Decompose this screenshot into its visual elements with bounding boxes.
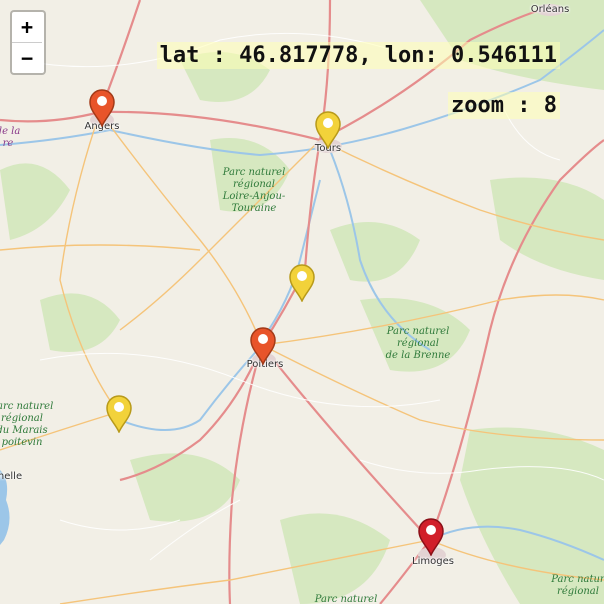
marker-tours[interactable] bbox=[315, 111, 341, 150]
park-label-brenne: Parc naturel régional de la Brenne bbox=[385, 326, 451, 361]
map-pin-icon bbox=[89, 89, 115, 128]
zoom-out-button[interactable]: − bbox=[12, 43, 42, 73]
zoom-in-button[interactable]: + bbox=[12, 12, 42, 43]
marker-angers[interactable] bbox=[89, 89, 115, 128]
park-label-bottom-right: Parc natur régional bbox=[551, 574, 604, 597]
zoom-control: + − bbox=[10, 10, 46, 75]
marker-poitiers[interactable] bbox=[250, 327, 276, 366]
marker-niort[interactable] bbox=[106, 395, 132, 434]
map-pin-icon bbox=[418, 518, 444, 557]
park-label-bottom-center: Parc naturel bbox=[314, 594, 378, 604]
park-label-marais-poitevin: Parc naturel régional du Marais poitevin bbox=[0, 401, 54, 448]
city-label-limoges: Limoges bbox=[412, 556, 454, 567]
marker-limoges[interactable] bbox=[418, 518, 444, 557]
map-pin-icon bbox=[106, 395, 132, 434]
coordinates-readout: lat : 46.817778, lon: 0.546111 bbox=[156, 42, 560, 69]
marker-chatellerault[interactable] bbox=[289, 264, 315, 303]
city-label-orleans: Orléans bbox=[530, 4, 570, 15]
map-pin-icon bbox=[250, 327, 276, 366]
zoom-level-readout: zoom : 8 bbox=[448, 92, 560, 119]
park-label-loire-anjou-touraine: Parc naturel régional Loire-Anjou- Toura… bbox=[222, 167, 286, 214]
map-pin-icon bbox=[289, 264, 315, 303]
map-canvas[interactable]: Orléans Angers Tours Poitiers Limoges ne… bbox=[0, 0, 604, 604]
park-label-left-edge: de la re bbox=[0, 126, 21, 149]
map-pin-icon bbox=[315, 111, 341, 150]
city-label-la-rochelle: nelle bbox=[0, 471, 23, 482]
